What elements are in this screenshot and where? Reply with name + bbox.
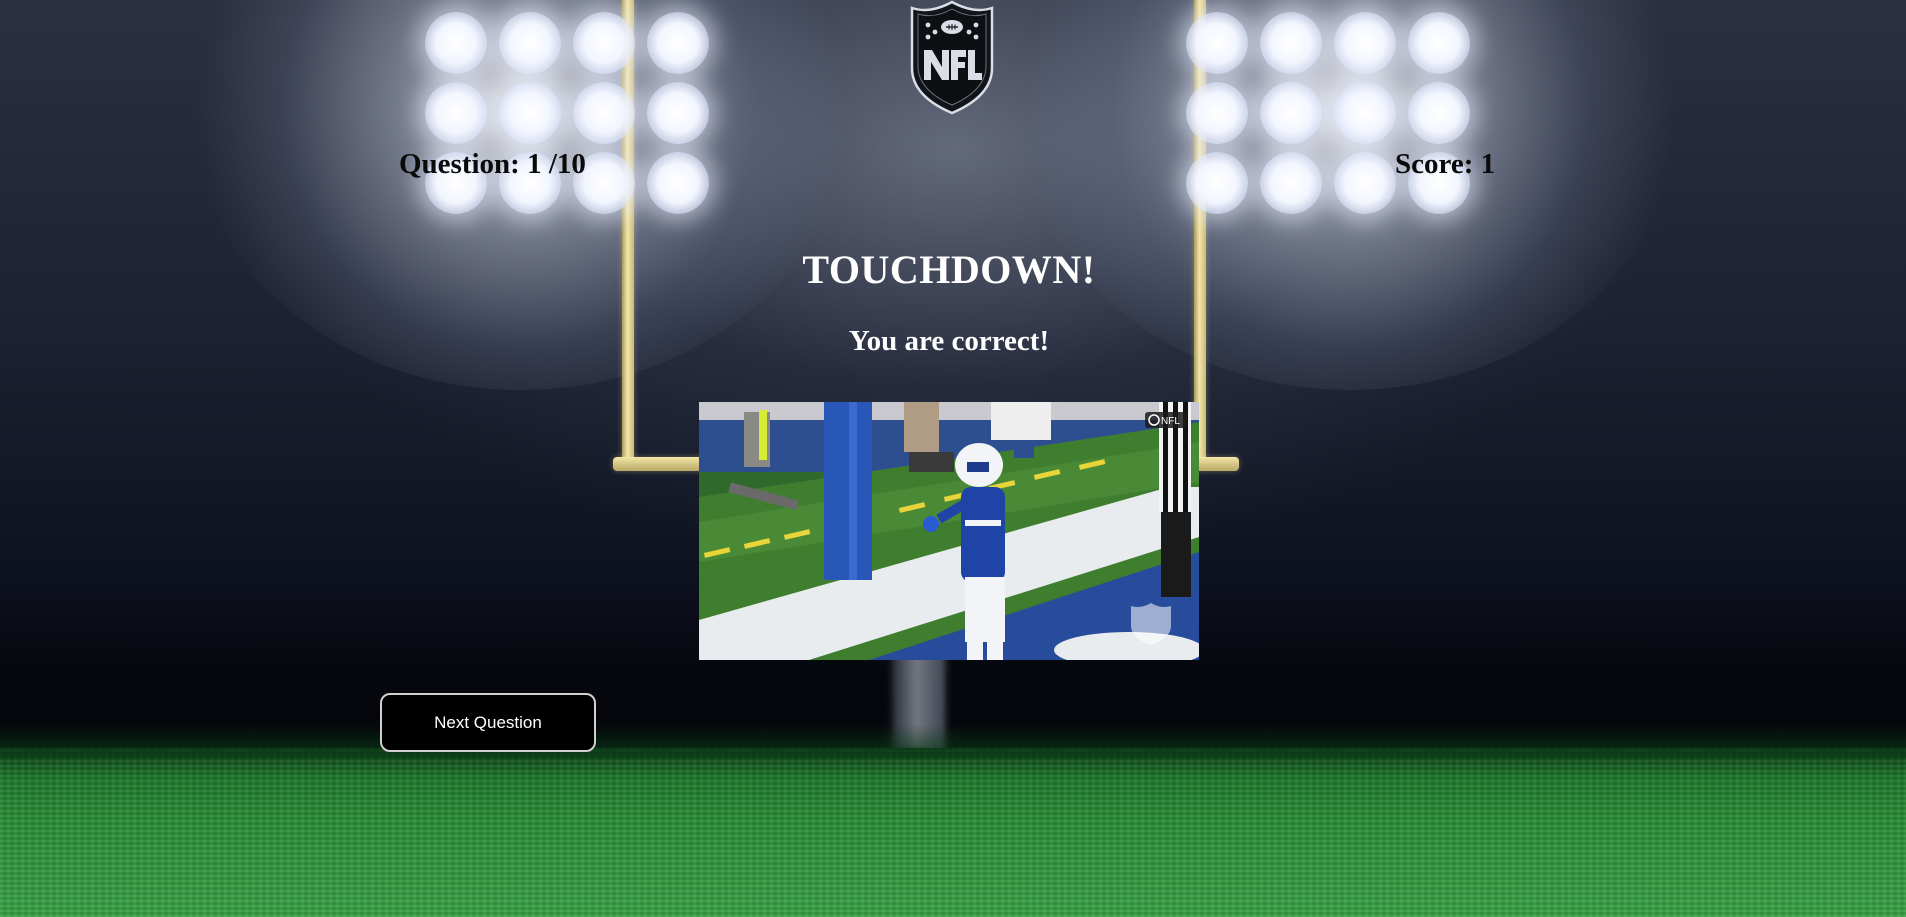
light-bulb [425, 82, 487, 144]
light-bulb [499, 12, 561, 74]
goalpost-pad [824, 402, 872, 580]
watermark-label: NFL [1161, 416, 1180, 427]
light-bulb [647, 152, 709, 214]
light-bulb [573, 12, 635, 74]
question-counter: Question: 1 /10 [399, 148, 586, 180]
light-bulb [1334, 12, 1396, 74]
light-bulb [1260, 82, 1322, 144]
light-bulb [1260, 152, 1322, 214]
referee [1159, 402, 1191, 597]
stands [699, 402, 1199, 420]
stadium-lights-right [1186, 12, 1470, 214]
light-bulb [425, 12, 487, 74]
light-bulb [1260, 12, 1322, 74]
light-bulb [1334, 152, 1396, 214]
nfl-shield-logo-icon [910, 0, 994, 115]
light-bulb [573, 82, 635, 144]
light-bulb [1408, 12, 1470, 74]
light-bulb [1186, 152, 1248, 214]
nfl-watermark-top: NFL [1145, 412, 1187, 428]
light-bulb [1186, 82, 1248, 144]
result-title: TOUCHDOWN! [802, 247, 1096, 292]
next-question-button[interactable]: Next Question [380, 693, 596, 752]
celebration-scene: NFL [699, 402, 1199, 660]
result-message: You are correct! [848, 325, 1050, 357]
light-bulb [647, 82, 709, 144]
light-bulb [1334, 82, 1396, 144]
light-bulb [647, 12, 709, 74]
light-bulb [1408, 82, 1470, 144]
stadium-lights-left [425, 12, 709, 214]
light-bulb [1186, 12, 1248, 74]
light-bulb [499, 82, 561, 144]
touchdown-celebration-gif: NFL [699, 402, 1199, 660]
score-counter: Score: 1 [1395, 148, 1496, 180]
turf-field [0, 724, 1906, 917]
